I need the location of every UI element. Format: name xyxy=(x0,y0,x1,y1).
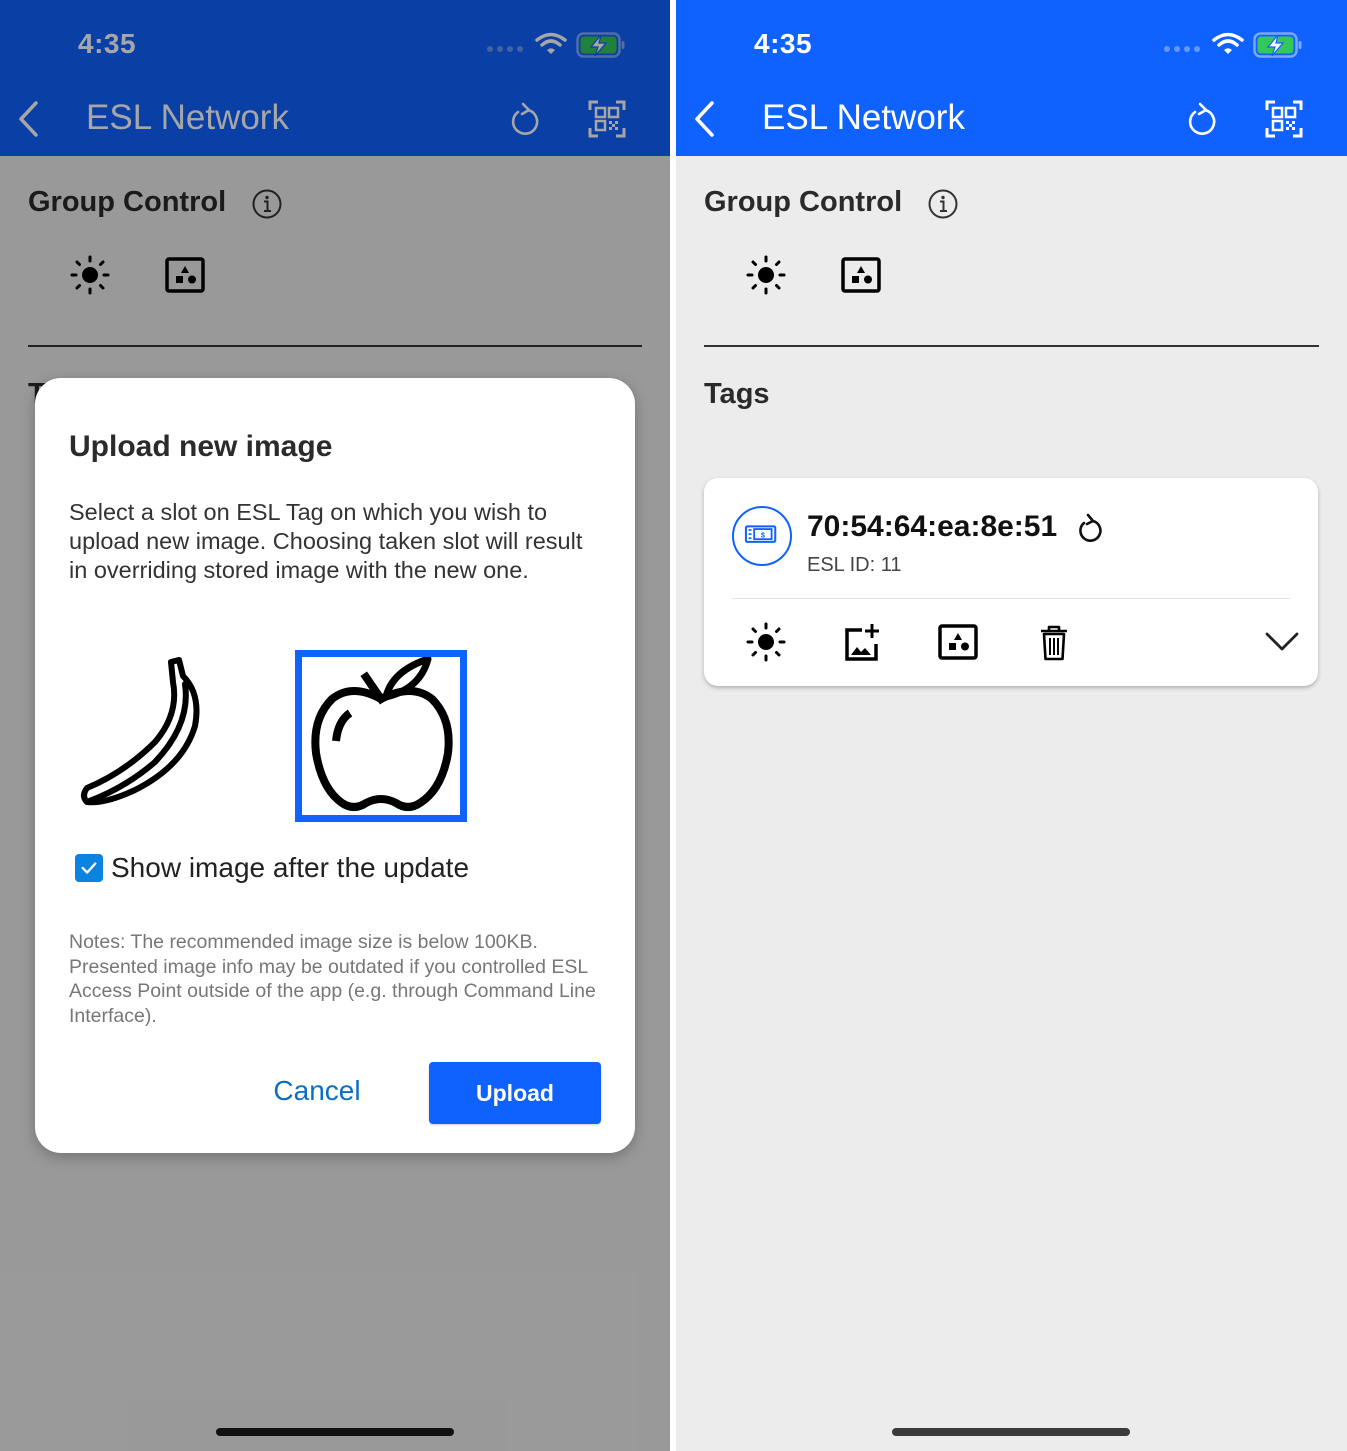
display-image-icon[interactable] xyxy=(841,255,881,295)
status-time: 4:35 xyxy=(754,28,813,59)
tag-card[interactable]: $ 70:54:64:ea:8e:51 ESL ID: 11 xyxy=(704,478,1318,686)
apple-icon xyxy=(311,657,453,811)
right-screen: 4:35 ESL Network Group Control Tags $ 70… xyxy=(676,0,1347,1451)
refresh-icon[interactable] xyxy=(1074,512,1104,546)
display-image-icon[interactable] xyxy=(938,622,978,662)
dialog-description: Select a slot on ESL Tag on which you wi… xyxy=(69,499,583,583)
tag-esl-id: ESL ID: 11 xyxy=(807,554,902,576)
price-tag-icon: $ xyxy=(744,525,777,543)
checkmark-icon xyxy=(81,862,97,874)
dialog-title: Upload new image xyxy=(69,430,333,463)
chevron-down-icon[interactable] xyxy=(1262,622,1302,662)
wifi-icon xyxy=(1212,32,1244,54)
show-image-checkbox[interactable] xyxy=(75,854,103,882)
tag-mac-address: 70:54:64:ea:8e:51 xyxy=(807,510,1058,543)
image-slot-banana[interactable] xyxy=(75,654,235,814)
qr-scan-icon[interactable] xyxy=(1265,100,1303,138)
show-image-checkbox-row[interactable]: Show image after the update xyxy=(75,852,469,884)
cancel-button[interactable]: Cancel xyxy=(257,1066,377,1116)
trash-icon[interactable] xyxy=(1034,622,1074,662)
image-slot-apple-selected[interactable] xyxy=(295,650,467,822)
tags-title: Tags xyxy=(704,378,770,410)
nav-title: ESL Network xyxy=(762,98,965,137)
app-header: 4:35 ESL Network xyxy=(676,0,1347,156)
home-indicator[interactable] xyxy=(216,1428,454,1436)
left-screen: 4:35 ESL Network Group Control Upload ne… xyxy=(0,0,670,1451)
svg-text:$: $ xyxy=(761,530,765,539)
home-indicator[interactable] xyxy=(892,1428,1130,1436)
tag-avatar: $ xyxy=(732,506,792,566)
brightness-icon[interactable] xyxy=(746,622,786,662)
upload-image-icon[interactable] xyxy=(842,622,882,662)
cellular-signal-icon xyxy=(1164,46,1200,52)
chevron-left-icon[interactable] xyxy=(692,100,716,138)
battery-charging-icon xyxy=(1253,32,1302,58)
upload-button[interactable]: Upload xyxy=(429,1062,601,1124)
group-control-title: Group Control xyxy=(704,186,903,218)
dialog-notes: Notes: The recommended image size is bel… xyxy=(69,931,596,1027)
banana-icon xyxy=(81,657,200,806)
section-divider xyxy=(704,345,1319,347)
card-divider xyxy=(732,598,1290,599)
info-icon[interactable] xyxy=(928,189,958,219)
upload-image-dialog: Upload new image Select a slot on ESL Ta… xyxy=(35,378,635,1153)
refresh-icon[interactable] xyxy=(1183,100,1219,138)
brightness-icon[interactable] xyxy=(746,255,786,295)
show-image-label: Show image after the update xyxy=(111,852,470,883)
